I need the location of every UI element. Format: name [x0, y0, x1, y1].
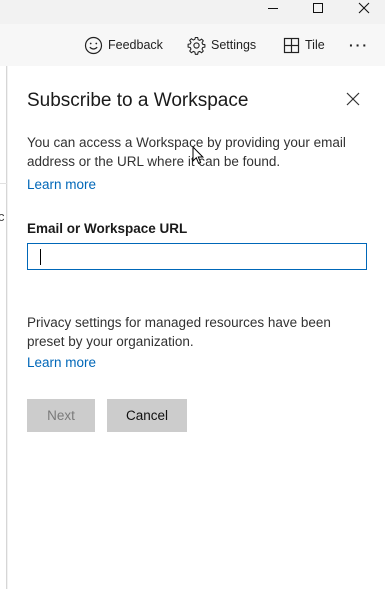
more-button[interactable]: ···: [349, 34, 369, 56]
feedback-button[interactable]: Feedback: [84, 34, 163, 56]
maximize-icon: [313, 3, 323, 13]
minimize-button[interactable]: [252, 0, 292, 18]
dismiss-icon: [346, 92, 360, 106]
mouse-pointer-icon: [192, 146, 204, 164]
email-url-label: Email or Workspace URL: [27, 221, 188, 236]
learn-more-link[interactable]: Learn more: [27, 177, 96, 192]
background-list: c: [0, 66, 7, 589]
gear-icon: [187, 36, 206, 55]
tile-button[interactable]: Tile: [283, 34, 325, 56]
settings-label: Settings: [211, 38, 257, 52]
title-bar: [0, 0, 385, 20]
window-close-button[interactable]: [345, 0, 385, 18]
text-caret: [40, 249, 41, 265]
settings-button[interactable]: Settings: [187, 34, 256, 56]
app-window: Feedback Settings Tile ··· c Subscribe t…: [0, 0, 385, 589]
subscribe-panel: Subscribe to a Workspace You can access …: [8, 66, 385, 589]
feedback-label: Feedback: [108, 38, 163, 52]
more-icon: ···: [349, 37, 369, 53]
tile-grid-icon: [283, 37, 300, 53]
privacy-learn-more-link[interactable]: Learn more: [27, 355, 96, 370]
background-partial-text: c: [0, 209, 5, 224]
panel-title: Subscribe to a Workspace: [27, 90, 249, 111]
command-bar: Feedback Settings Tile ···: [0, 24, 385, 66]
background-row: [0, 144, 7, 184]
tile-label: Tile: [305, 38, 325, 52]
cancel-button[interactable]: Cancel: [107, 399, 187, 432]
smiley-icon: [84, 36, 103, 54]
privacy-text: Privacy settings for managed resources h…: [27, 315, 331, 349]
panel-close-button[interactable]: [346, 92, 360, 106]
email-url-input[interactable]: [27, 243, 367, 270]
next-button[interactable]: Next: [27, 399, 95, 432]
minimize-icon: [268, 8, 278, 9]
maximize-button[interactable]: [299, 0, 339, 18]
close-icon: [358, 2, 370, 14]
